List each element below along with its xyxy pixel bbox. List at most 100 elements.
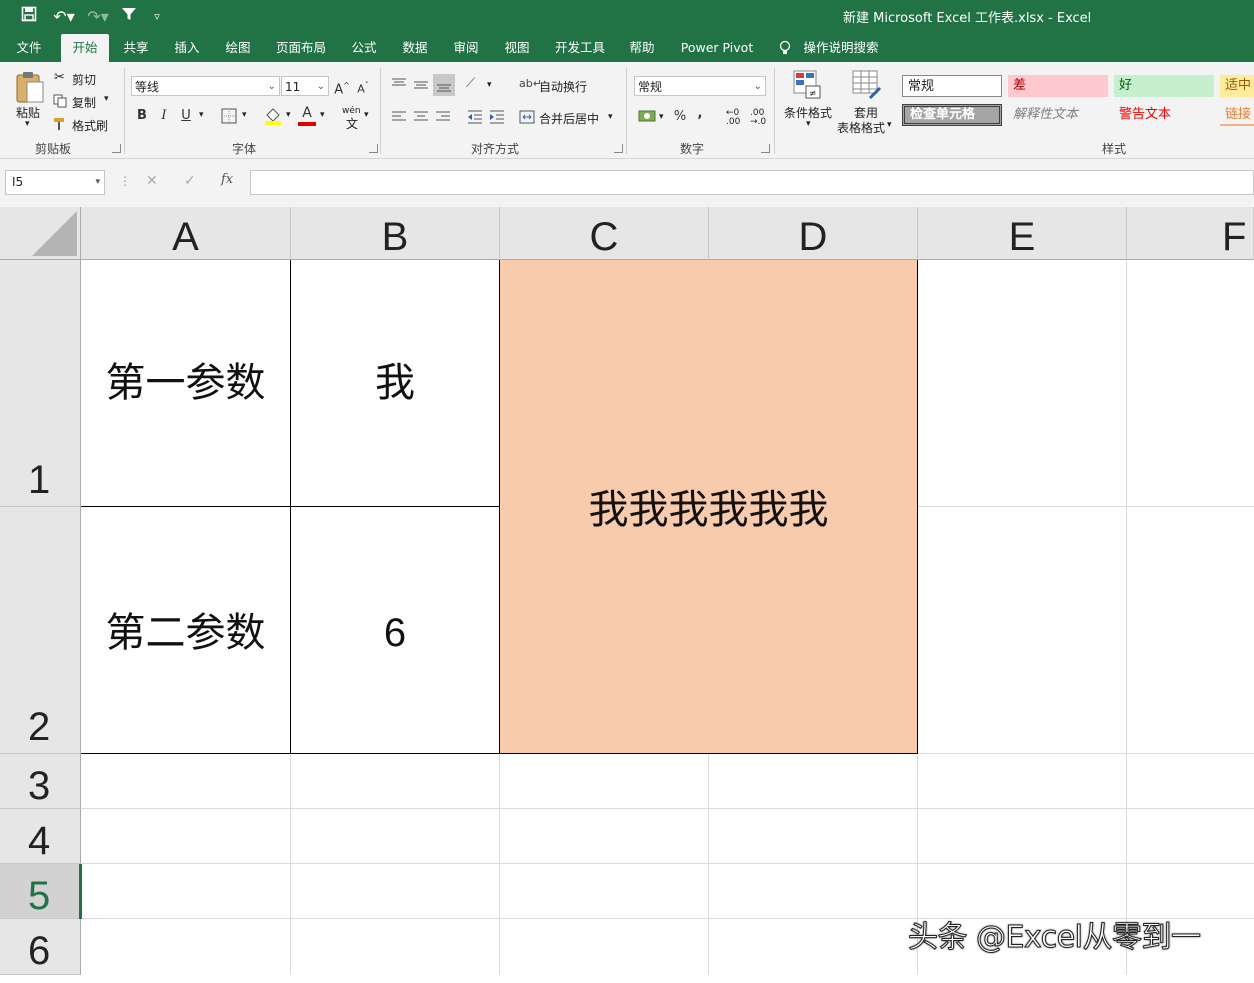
tab-review[interactable]: 审阅	[446, 34, 486, 62]
style-warning[interactable]: 警告文本	[1114, 104, 1214, 126]
fill-color-icon[interactable]	[264, 106, 282, 126]
tab-data[interactable]: 数据	[395, 34, 435, 62]
style-normal[interactable]: 常规	[902, 75, 1002, 97]
column-header-f[interactable]: F	[1127, 207, 1254, 260]
insert-function-icon[interactable]: fx	[221, 172, 233, 187]
tab-draw[interactable]: 绘图	[218, 34, 258, 62]
name-box-dropdown-icon[interactable]: ▾	[95, 171, 100, 194]
copy-dropdown-icon[interactable]: ▾	[104, 94, 109, 104]
cell-b1[interactable]: 我	[291, 260, 500, 507]
underline-button[interactable]: U	[178, 106, 194, 126]
align-center-icon[interactable]	[412, 108, 430, 126]
formula-input[interactable]	[250, 170, 1254, 195]
column-header-d[interactable]: D	[709, 207, 918, 260]
format-painter-button[interactable]: 格式刷	[72, 117, 108, 134]
align-middle-icon[interactable]	[412, 76, 430, 94]
cell-a2[interactable]: 第二参数	[81, 507, 291, 754]
row-header-4[interactable]: 4	[0, 809, 81, 864]
style-neutral[interactable]: 适中	[1220, 75, 1254, 97]
clipboard-launcher-icon[interactable]	[112, 144, 121, 153]
tell-me-search[interactable]: 操作说明搜索	[800, 34, 882, 62]
row-header-2[interactable]: 2	[0, 507, 81, 754]
percent-button[interactable]: %	[672, 107, 688, 127]
row-header-6[interactable]: 6	[0, 919, 81, 975]
increase-decimal-icon[interactable]: ←0.00	[726, 109, 740, 127]
tab-view[interactable]: 视图	[497, 34, 537, 62]
tab-share[interactable]: 共享	[116, 34, 156, 62]
tab-file[interactable]: 文件	[8, 34, 50, 62]
tab-formulas[interactable]: 公式	[344, 34, 384, 62]
cancel-icon[interactable]: ✕	[146, 173, 158, 189]
format-as-table-icon[interactable]	[852, 70, 882, 100]
fill-color-dropdown-icon[interactable]: ▾	[286, 110, 291, 120]
tab-help[interactable]: 帮助	[622, 34, 662, 62]
accounting-format-icon[interactable]	[638, 108, 656, 124]
bold-button[interactable]: B	[134, 106, 150, 126]
customize-quick-access-icon[interactable]: ▿	[146, 6, 168, 28]
style-check-cell[interactable]: 检查单元格	[902, 104, 1002, 126]
style-bad[interactable]: 差	[1008, 75, 1108, 97]
align-bottom-icon[interactable]	[433, 74, 455, 96]
font-launcher-icon[interactable]	[369, 144, 378, 153]
format-as-table-button-line2[interactable]: 表格格式	[837, 119, 885, 136]
phonetic-dropdown-icon[interactable]: ▾	[364, 110, 369, 120]
decrease-indent-icon[interactable]	[466, 108, 484, 126]
column-header-b[interactable]: B	[291, 207, 500, 260]
tab-developer[interactable]: 开发工具	[550, 34, 610, 62]
copy-button[interactable]: 复制	[72, 94, 96, 111]
conditional-dropdown-icon[interactable]: ▾	[806, 119, 811, 129]
enter-icon[interactable]: ✓	[184, 173, 196, 189]
undo-icon[interactable]: ↶▾	[50, 6, 78, 28]
redo-icon[interactable]: ↷▾	[84, 6, 112, 28]
conditional-formatting-icon[interactable]: ≠	[793, 70, 823, 100]
decrease-decimal-icon[interactable]: .00 →.0	[750, 109, 766, 127]
row-header-3[interactable]: 3	[0, 754, 81, 809]
tab-insert[interactable]: 插入	[167, 34, 207, 62]
tab-home[interactable]: 开始	[61, 34, 109, 62]
select-all-corner[interactable]	[0, 207, 81, 260]
orientation-icon[interactable]: ⟋	[466, 76, 484, 94]
cut-button[interactable]: 剪切	[72, 71, 96, 88]
paste-icon[interactable]	[14, 70, 46, 104]
borders-dropdown-icon[interactable]: ▾	[242, 110, 247, 120]
merge-center-button[interactable]: 合并后居中	[539, 110, 599, 127]
align-left-icon[interactable]	[390, 108, 408, 126]
save-icon[interactable]	[18, 6, 40, 28]
column-header-a[interactable]: A	[81, 207, 291, 260]
borders-icon[interactable]	[221, 108, 237, 124]
style-good[interactable]: 好	[1114, 75, 1214, 97]
cell-b2[interactable]: 6	[291, 507, 500, 754]
row-header-1[interactable]: 1	[0, 260, 81, 507]
column-header-e[interactable]: E	[918, 207, 1127, 260]
font-color-icon[interactable]: A	[298, 106, 316, 126]
tab-power-pivot[interactable]: Power Pivot	[676, 34, 758, 62]
font-color-dropdown-icon[interactable]: ▾	[320, 110, 325, 120]
number-format-combo[interactable]: 常规 ⌄	[634, 76, 766, 96]
align-right-icon[interactable]	[434, 108, 452, 126]
italic-button[interactable]: I	[156, 106, 172, 126]
increase-indent-icon[interactable]	[488, 108, 506, 126]
format-table-dropdown-icon[interactable]: ▾	[887, 120, 892, 130]
shrink-font-button[interactable]: Aˇ	[355, 76, 371, 96]
style-linked[interactable]: 链接	[1220, 104, 1254, 126]
tab-page-layout[interactable]: 页面布局	[270, 34, 332, 62]
wrap-text-button[interactable]: 自动换行	[539, 78, 587, 95]
row-header-5[interactable]: 5	[0, 864, 81, 919]
cell-a1[interactable]: 第一参数	[81, 260, 291, 507]
column-header-c[interactable]: C	[500, 207, 709, 260]
style-explanatory[interactable]: 解释性文本	[1008, 104, 1108, 126]
font-name-combo[interactable]: 等线 ⌄	[131, 76, 280, 96]
accounting-dropdown-icon[interactable]: ▾	[659, 112, 664, 122]
font-size-combo[interactable]: 11 ⌄	[281, 76, 329, 96]
underline-dropdown-icon[interactable]: ▾	[199, 110, 204, 120]
grow-font-button[interactable]: A^	[334, 76, 350, 97]
name-box[interactable]: I5 ▾	[5, 170, 105, 195]
paste-dropdown-icon[interactable]: ▾	[25, 119, 30, 129]
filter-icon[interactable]	[118, 6, 140, 28]
align-top-icon[interactable]	[390, 76, 408, 94]
number-launcher-icon[interactable]	[761, 144, 770, 153]
alignment-launcher-icon[interactable]	[614, 144, 623, 153]
orientation-dropdown-icon[interactable]: ▾	[487, 80, 492, 90]
merge-dropdown-icon[interactable]: ▾	[608, 112, 613, 122]
merged-cell-c1-d2[interactable]: 我我我我我我	[500, 260, 918, 754]
